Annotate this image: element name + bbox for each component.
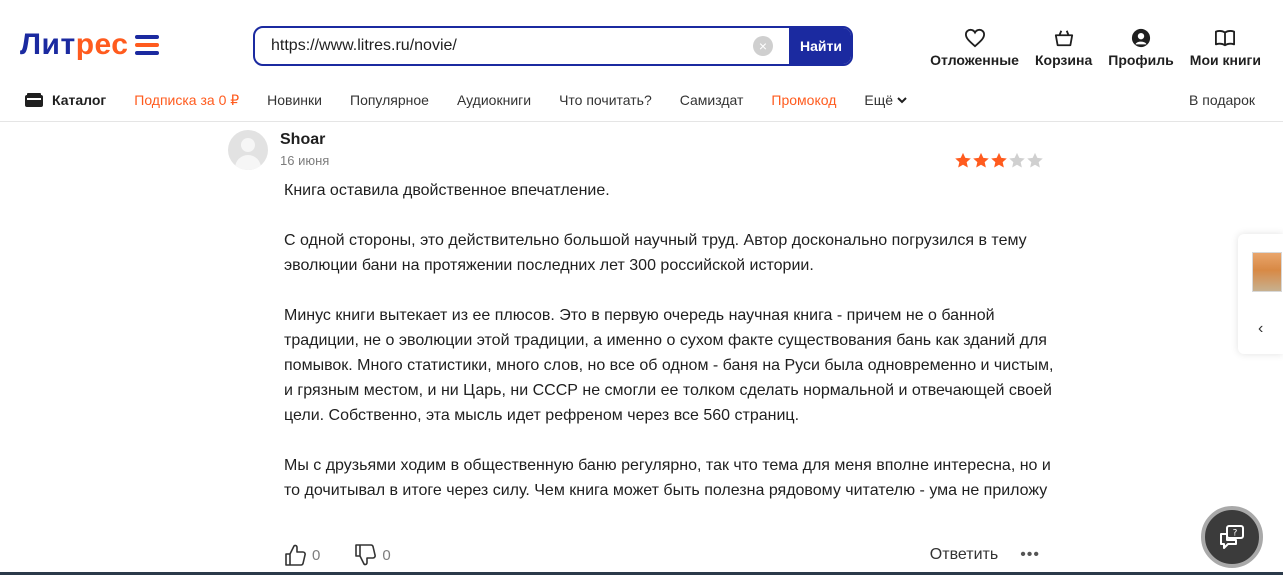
more-options-button[interactable]: •••: [1020, 546, 1040, 564]
chevron-down-icon: [897, 97, 907, 104]
menu-item-subscription[interactable]: Подписка за 0 ₽: [134, 92, 239, 109]
book-cover-thumbnail[interactable]: [1252, 252, 1282, 292]
search-button[interactable]: Найти: [789, 28, 851, 64]
heart-icon: [964, 28, 985, 48]
rating-stars: [954, 152, 1044, 169]
star-icon: [1009, 152, 1025, 168]
avatar[interactable]: [228, 130, 268, 170]
chat-icon: ?: [1220, 525, 1244, 549]
book-icon: [1215, 30, 1236, 47]
menu-item-catalog[interactable]: Каталог: [24, 92, 106, 108]
catalog-icon: [25, 93, 43, 107]
menu-item-promocode[interactable]: Промокод: [771, 92, 836, 108]
like-button[interactable]: 0: [284, 543, 320, 567]
like-count: 0: [312, 546, 321, 564]
star-icon: [955, 152, 971, 168]
menu-item-what-to-read[interactable]: Что почитать?: [559, 92, 652, 108]
dislike-button[interactable]: 0: [354, 543, 391, 567]
logo-text: Литрес: [20, 28, 129, 61]
nav-my-books[interactable]: Мои книги: [1190, 28, 1261, 68]
svg-text:?: ?: [1233, 529, 1238, 539]
review-text: Книга оставила двойственное впечатление.…: [284, 178, 1054, 503]
review-author[interactable]: Shoar: [280, 131, 325, 149]
star-icon: [991, 152, 1007, 168]
support-chat-button[interactable]: ?: [1201, 506, 1263, 568]
nav-cart[interactable]: Корзина: [1035, 28, 1092, 68]
menu-item-more[interactable]: Ещё: [864, 92, 907, 108]
nav-deferred[interactable]: Отложенные: [930, 28, 1019, 68]
dislike-count: 0: [382, 546, 391, 564]
review-paragraph: Книга оставила двойственное впечатление.: [284, 182, 610, 199]
site-header: Литрес × Найти Отложенные Корзина Профил…: [0, 0, 1283, 122]
profile-icon: [1131, 28, 1151, 48]
nav-deferred-label: Отложенные: [930, 52, 1019, 68]
review-paragraph: С одной стороны, это действительно больш…: [284, 232, 1027, 274]
star-icon: [1027, 152, 1043, 168]
nav-my-books-label: Мои книги: [1189, 52, 1261, 68]
nav-cart-label: Корзина: [1034, 52, 1093, 68]
chevron-left-icon[interactable]: ‹: [1258, 320, 1263, 338]
star-icon: [973, 152, 989, 168]
menu-item-label: Каталог: [52, 92, 107, 108]
litres-logo[interactable]: Литрес: [20, 28, 159, 62]
nav-profile-label: Профиль: [1108, 52, 1174, 68]
menu-item-label: Ещё: [864, 92, 894, 108]
review-date: 16 июня: [280, 153, 330, 168]
menu-item-audiobooks[interactable]: Аудиокниги: [457, 92, 531, 108]
review-paragraph: Минус книги вытекает из ее плюсов. Это в…: [284, 307, 1054, 424]
clear-icon[interactable]: ×: [753, 36, 773, 56]
menu-item-new[interactable]: Новинки: [267, 92, 322, 108]
nav-profile[interactable]: Профиль: [1108, 28, 1174, 68]
thumbs-up-icon: [285, 544, 306, 566]
logo-mark-icon: [134, 35, 159, 55]
thumbs-down-icon: [355, 544, 377, 566]
menu-item-gift[interactable]: В подарок: [1189, 92, 1255, 108]
user-nav: Отложенные Корзина Профиль Мои книги: [930, 28, 1261, 68]
search-input[interactable]: [255, 28, 753, 64]
reply-button[interactable]: Ответить: [930, 546, 998, 564]
review-actions: 0 0 Ответить •••: [284, 540, 1040, 570]
basket-icon: [1054, 30, 1073, 47]
recent-books-panel: ‹: [1238, 234, 1283, 354]
menu-item-popular[interactable]: Популярное: [350, 92, 429, 108]
main-menu: Каталог Подписка за 0 ₽ Новинки Популярн…: [24, 88, 1255, 112]
menu-item-samizdat[interactable]: Самиздат: [680, 92, 744, 108]
review-paragraph: Мы с друзьями ходим в общественную баню …: [284, 457, 1051, 499]
search-bar: × Найти: [253, 26, 853, 66]
